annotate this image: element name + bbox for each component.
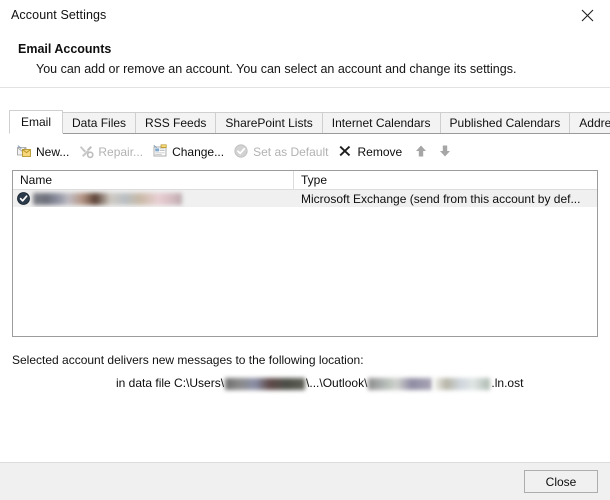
- tab-email[interactable]: Email: [9, 110, 64, 134]
- remove-button[interactable]: Remove: [335, 141, 409, 163]
- change-button-label: Change...: [172, 145, 225, 159]
- new-button-label: New...: [36, 145, 70, 159]
- close-button[interactable]: Close: [524, 470, 598, 493]
- tab-strip: Email Data Files RSS Feeds SharePoint Li…: [9, 110, 610, 134]
- tab-label: Published Calendars: [449, 116, 561, 130]
- new-mail-icon: [16, 143, 32, 162]
- tab-strip-baseline: [9, 133, 610, 134]
- account-list-header: Name Type: [13, 171, 597, 190]
- move-up-button[interactable]: [409, 141, 433, 163]
- path-suffix: .ln.ost: [491, 376, 524, 390]
- page-title: Email Accounts: [18, 42, 112, 56]
- change-account-icon: [152, 143, 168, 162]
- page-description: You can add or remove an account. You ca…: [36, 62, 517, 76]
- remove-button-label: Remove: [357, 145, 403, 159]
- set-as-default-button-label: Set as Default: [253, 145, 329, 159]
- default-account-check-icon: [17, 192, 30, 205]
- set-default-check-icon: [233, 143, 249, 162]
- change-button[interactable]: Change...: [150, 141, 231, 163]
- tab-label: RSS Feeds: [145, 116, 207, 130]
- tab-label: SharePoint Lists: [225, 116, 313, 130]
- tab-sharepoint-lists[interactable]: SharePoint Lists: [215, 112, 323, 134]
- remove-x-icon: [337, 143, 353, 162]
- tab-rss-feeds[interactable]: RSS Feeds: [135, 112, 217, 134]
- table-row[interactable]: Microsoft Exchange (send from this accou…: [13, 190, 597, 207]
- new-button[interactable]: New...: [14, 141, 76, 163]
- column-header-type[interactable]: Type: [294, 171, 597, 189]
- move-down-button[interactable]: [433, 141, 457, 163]
- account-list[interactable]: Name Type Microsoft Exchange (send from …: [12, 170, 598, 337]
- tab-label: Email: [21, 115, 52, 129]
- close-x-icon[interactable]: [564, 0, 610, 30]
- tab-internet-calendars[interactable]: Internet Calendars: [321, 112, 441, 134]
- repair-button[interactable]: Repair...: [76, 141, 150, 163]
- tab-label: Internet Calendars: [331, 116, 431, 130]
- dialog-footer: Close: [0, 462, 610, 500]
- redacted-user-folder: [225, 377, 306, 390]
- tab-label: Address Books: [579, 116, 610, 130]
- delivery-data-file-path: in data file C:\Users\ \...\Outlook\ .ln.o…: [116, 376, 598, 390]
- move-up-arrow-icon: [415, 144, 427, 161]
- path-middle: \...\Outlook\: [306, 376, 368, 390]
- header-divider: [0, 87, 610, 88]
- tab-data-files[interactable]: Data Files: [62, 112, 137, 134]
- delivery-location-label: Selected account delivers new messages t…: [12, 353, 364, 367]
- redacted-account-name: [33, 192, 182, 205]
- header-block: Email Accounts You can add or remove an …: [0, 30, 610, 98]
- cell-account-name: [13, 190, 294, 207]
- tab-published-calendars[interactable]: Published Calendars: [439, 112, 571, 134]
- delivery-info: Selected account delivers new messages t…: [12, 353, 598, 390]
- redacted-path-segment-1: [368, 377, 433, 390]
- redacted-path-segment-2: [434, 377, 491, 390]
- title-bar: Account Settings: [0, 0, 610, 30]
- column-header-name[interactable]: Name: [13, 171, 294, 189]
- cell-account-type: Microsoft Exchange (send from this accou…: [301, 191, 581, 206]
- window-title: Account Settings: [11, 8, 107, 22]
- move-down-arrow-icon: [439, 144, 451, 161]
- repair-tools-icon: [78, 143, 94, 162]
- account-toolbar: New... Repair... Change... Set as Defaul…: [14, 138, 610, 166]
- tab-label: Data Files: [72, 116, 127, 130]
- set-as-default-button[interactable]: Set as Default: [231, 141, 335, 163]
- tab-address-books[interactable]: Address Books: [569, 112, 610, 134]
- repair-button-label: Repair...: [98, 145, 144, 159]
- path-prefix: in data file C:\Users\: [116, 376, 225, 390]
